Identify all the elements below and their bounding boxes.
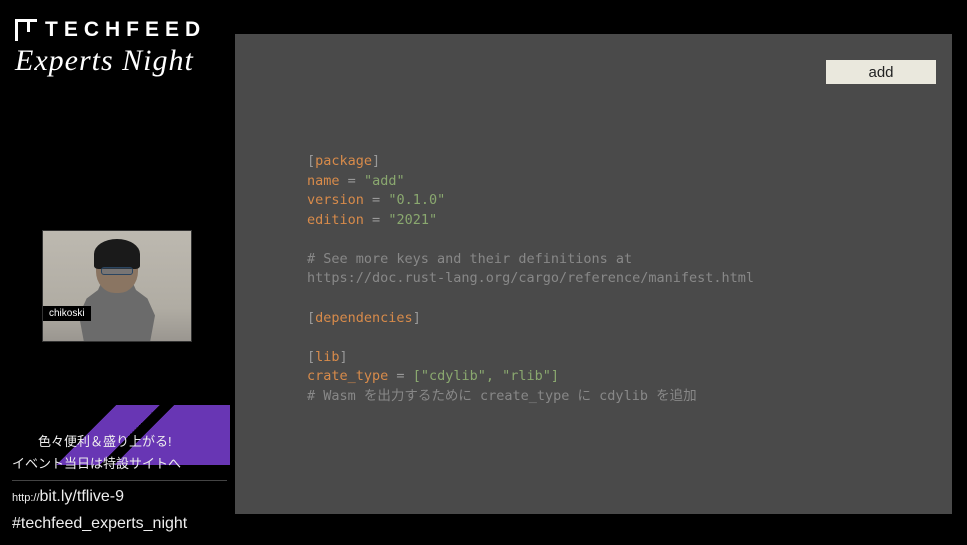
brand-subtitle: Experts Night	[15, 44, 206, 78]
val-version: "0.1.0"	[388, 192, 445, 208]
presentation-slide: add [package] name = "add" version = "0.…	[235, 34, 952, 514]
speaker-name-label: chikoski	[43, 306, 91, 321]
key-name: name	[307, 173, 340, 189]
techfeed-logo: TECHFEED	[15, 18, 206, 42]
section-package: package	[315, 153, 372, 169]
person-hair	[94, 239, 140, 269]
key-crate-type: crate_type	[307, 368, 388, 384]
val-crate-type: ["cdylib", "rlib"]	[413, 368, 559, 384]
comment-line-1: # See more keys and their definitions at	[307, 251, 632, 267]
section-lib: lib	[315, 349, 339, 365]
webcam-feed	[43, 231, 191, 341]
key-edition: edition	[307, 212, 364, 228]
key-version: version	[307, 192, 364, 208]
event-url[interactable]: http://bit.ly/tflive-9	[12, 485, 232, 510]
cargo-toml-code: [package] name = "add" version = "0.1.0"…	[307, 152, 754, 406]
glasses-icon	[101, 267, 133, 275]
info-tagline-1: 色々便利＆盛り上がる!	[38, 432, 232, 452]
footer-info: 色々便利＆盛り上がる! イベント当日は特設サイトへ http://bit.ly/…	[12, 432, 232, 537]
speaker-webcam: chikoski	[42, 230, 192, 342]
info-tagline-2: イベント当日は特設サイトへ	[12, 454, 232, 474]
section-dependencies: dependencies	[315, 310, 413, 326]
slide-title-badge: add	[826, 60, 936, 84]
val-name: "add"	[364, 173, 405, 189]
url-protocol: http://	[12, 492, 40, 504]
brand-name: TECHFEED	[45, 18, 206, 42]
logo-mark-icon	[15, 19, 37, 41]
url-path: bit.ly/tflive-9	[40, 488, 124, 505]
val-edition: "2021"	[388, 212, 437, 228]
divider	[12, 480, 227, 481]
event-hashtag[interactable]: #techfeed_experts_night	[12, 512, 232, 537]
brand-logo-area: TECHFEED Experts Night	[15, 18, 206, 78]
comment-line-2: https://doc.rust-lang.org/cargo/referenc…	[307, 270, 754, 286]
comment-line-3: # Wasm を出力するために create_type に cdylib を追加	[307, 388, 697, 404]
